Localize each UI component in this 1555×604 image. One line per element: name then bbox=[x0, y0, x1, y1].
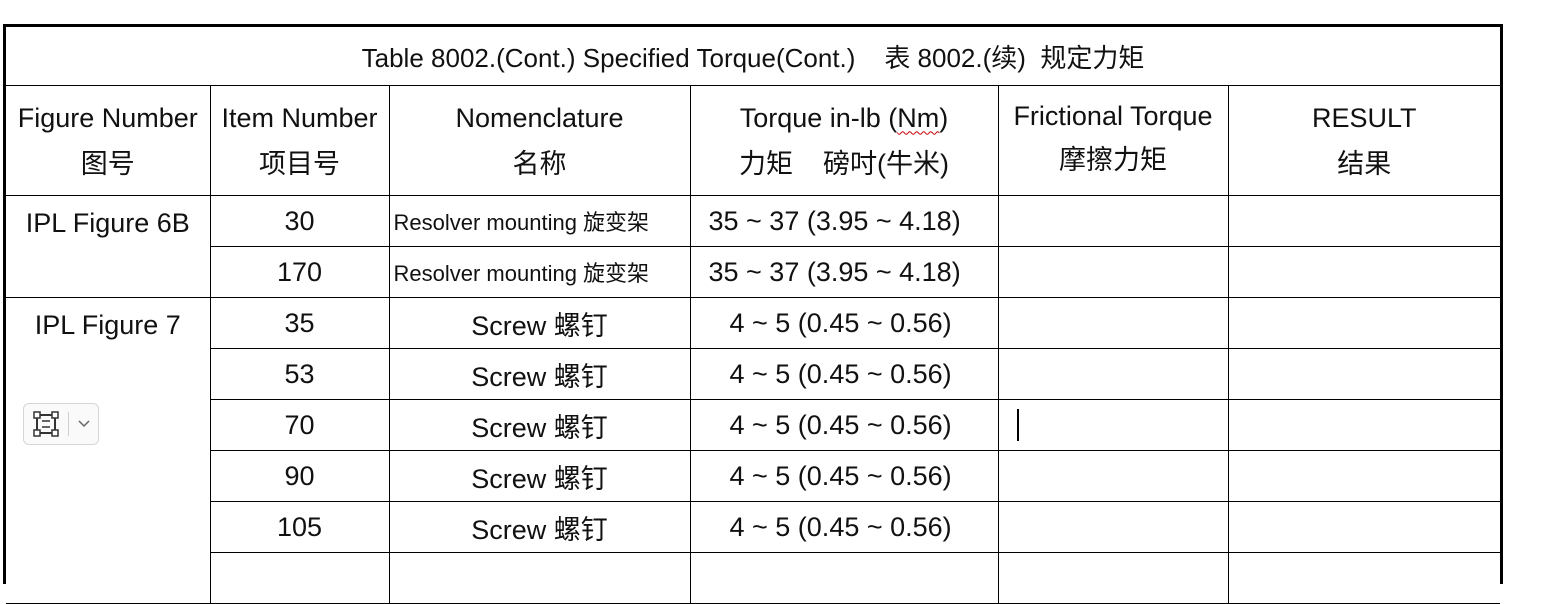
item-cell[interactable]: 30 bbox=[209, 195, 390, 247]
nomenclature-cell[interactable]: Resolver mounting 旋变架 bbox=[388, 195, 691, 247]
nomenclature-cell[interactable]: Resolver mounting 旋变架 bbox=[388, 246, 691, 298]
frame-select-icon[interactable] bbox=[24, 404, 68, 444]
torque-table: Table 8002.(Cont.) Specified Torque(Cont… bbox=[6, 27, 1501, 604]
header-frictional-zh: 摩擦力矩 bbox=[1059, 145, 1167, 175]
result-cell[interactable] bbox=[1227, 450, 1501, 502]
nomenclature-cell[interactable]: Screw 螺钉 bbox=[388, 348, 691, 400]
figure-cell[interactable]: IPL Figure 7 bbox=[6, 297, 211, 604]
torque-cell[interactable] bbox=[689, 552, 999, 604]
figure-cell[interactable]: IPL Figure 6B bbox=[6, 195, 211, 298]
result-cell[interactable] bbox=[1227, 501, 1501, 553]
figure-label: IPL Figure 7 bbox=[34, 310, 181, 340]
table-row: 105 Screw 螺钉 4 ~ 5 (0.45 ~ 0.56) bbox=[6, 501, 1501, 553]
header-item-number: Item Number 项目号 bbox=[209, 85, 390, 196]
header-figure-zh: 图号 bbox=[80, 148, 135, 179]
frictional-cell[interactable] bbox=[997, 297, 1229, 349]
result-cell[interactable] bbox=[1227, 348, 1501, 400]
frame-select-widget[interactable] bbox=[23, 403, 99, 445]
item-cell[interactable]: 105 bbox=[210, 501, 390, 553]
header-torque-en: Torque in-lb (Nm) bbox=[691, 95, 997, 141]
header-nomenclature-zh: 名称 bbox=[512, 148, 567, 179]
item-cell[interactable]: 35 bbox=[209, 297, 390, 349]
header-item-zh: 项目号 bbox=[259, 148, 340, 179]
torque-cell[interactable]: 4 ~ 5 (0.45 ~ 0.56) bbox=[689, 450, 999, 502]
torque-cell[interactable]: 35 ~ 37 (3.95 ~ 4.18) bbox=[689, 246, 999, 298]
header-torque-zh: 力矩 磅吋(牛米) bbox=[739, 148, 949, 179]
table-row: 70 Screw 螺钉 4 ~ 5 (0.45 ~ 0.56) bbox=[6, 399, 1501, 451]
table-row: IPL Figure 7 35 Screw 螺钉 4 ~ 5 (0.45 ~ 0… bbox=[6, 297, 1501, 604]
torque-cell[interactable]: 4 ~ 5 (0.45 ~ 0.56) bbox=[689, 348, 999, 400]
table-row: 90 Screw 螺钉 4 ~ 5 (0.45 ~ 0.56) bbox=[6, 450, 1501, 502]
chevron-down-icon[interactable] bbox=[69, 420, 98, 428]
frictional-cell[interactable] bbox=[997, 195, 1229, 247]
torque-cell[interactable]: 4 ~ 5 (0.45 ~ 0.56) bbox=[689, 399, 999, 451]
figure-label: IPL Figure 6B bbox=[25, 208, 190, 238]
torque-cell[interactable]: 35 ~ 37 (3.95 ~ 4.18) bbox=[689, 195, 999, 247]
nomenclature-cell[interactable]: Screw 螺钉 bbox=[388, 399, 691, 451]
header-torque-en-pre: Torque in-lb ( bbox=[739, 102, 898, 133]
header-item-en: Item Number bbox=[221, 102, 378, 133]
table-row: IPL Figure 6B 30 Resolver mounting 旋变架 3… bbox=[6, 195, 1501, 298]
header-torque-unit-spellcheck: Nm bbox=[897, 102, 940, 133]
result-cell[interactable] bbox=[1227, 195, 1501, 247]
item-cell[interactable]: 70 bbox=[210, 399, 390, 451]
header-row: Figure Number 图号 Item Number 项目号 Nomencl… bbox=[6, 85, 1501, 196]
frictional-cell[interactable] bbox=[997, 552, 1229, 604]
header-result: RESULT 结果 bbox=[1227, 85, 1501, 196]
frictional-cell[interactable] bbox=[997, 450, 1229, 502]
header-figure-en: Figure Number bbox=[17, 102, 198, 133]
text-cursor bbox=[1016, 409, 1019, 442]
frictional-cell-active[interactable] bbox=[997, 399, 1229, 451]
item-cell[interactable] bbox=[210, 552, 390, 604]
result-cell[interactable] bbox=[1227, 246, 1501, 298]
torque-table-frame: Table 8002.(Cont.) Specified Torque(Cont… bbox=[3, 24, 1503, 604]
header-result-zh: 结果 bbox=[1337, 148, 1392, 179]
result-cell[interactable] bbox=[1227, 297, 1501, 349]
header-torque-en-post: ) bbox=[939, 102, 949, 133]
frictional-cell[interactable] bbox=[997, 246, 1229, 298]
header-result-en: RESULT bbox=[1312, 102, 1417, 133]
nomenclature-cell[interactable]: Screw 螺钉 bbox=[388, 297, 691, 349]
header-figure-number: Figure Number 图号 bbox=[6, 85, 211, 196]
torque-cell[interactable]: 4 ~ 5 (0.45 ~ 0.56) bbox=[689, 297, 999, 349]
table-row: 170 Resolver mounting 旋变架 35 ~ 37 (3.95 … bbox=[6, 246, 1501, 298]
result-cell[interactable] bbox=[1227, 552, 1501, 604]
table-title: Table 8002.(Cont.) Specified Torque(Cont… bbox=[6, 27, 1501, 86]
header-frictional-en: Frictional Torque bbox=[1013, 101, 1213, 131]
table-row: 53 Screw 螺钉 4 ~ 5 (0.45 ~ 0.56) bbox=[6, 348, 1501, 400]
nomenclature-cell[interactable]: Screw 螺钉 bbox=[388, 501, 691, 553]
frictional-cell[interactable] bbox=[997, 501, 1229, 553]
header-frictional-torque: Frictional Torque 摩擦力矩 bbox=[997, 85, 1229, 196]
table-row-partial bbox=[6, 552, 1501, 604]
torque-cell[interactable]: 4 ~ 5 (0.45 ~ 0.56) bbox=[689, 501, 999, 553]
nomenclature-cell[interactable]: Screw 螺钉 bbox=[388, 450, 691, 502]
header-nomenclature: Nomenclature 名称 bbox=[388, 85, 691, 196]
result-cell[interactable] bbox=[1227, 399, 1501, 451]
header-torque: Torque in-lb (Nm) 力矩 磅吋(牛米) bbox=[689, 85, 999, 196]
nomenclature-cell[interactable] bbox=[388, 552, 691, 604]
item-cell[interactable]: 53 bbox=[210, 348, 390, 400]
item-cell[interactable]: 170 bbox=[210, 246, 390, 298]
item-cell[interactable]: 90 bbox=[210, 450, 390, 502]
header-nomenclature-en: Nomenclature bbox=[455, 102, 624, 133]
frictional-cell[interactable] bbox=[997, 348, 1229, 400]
